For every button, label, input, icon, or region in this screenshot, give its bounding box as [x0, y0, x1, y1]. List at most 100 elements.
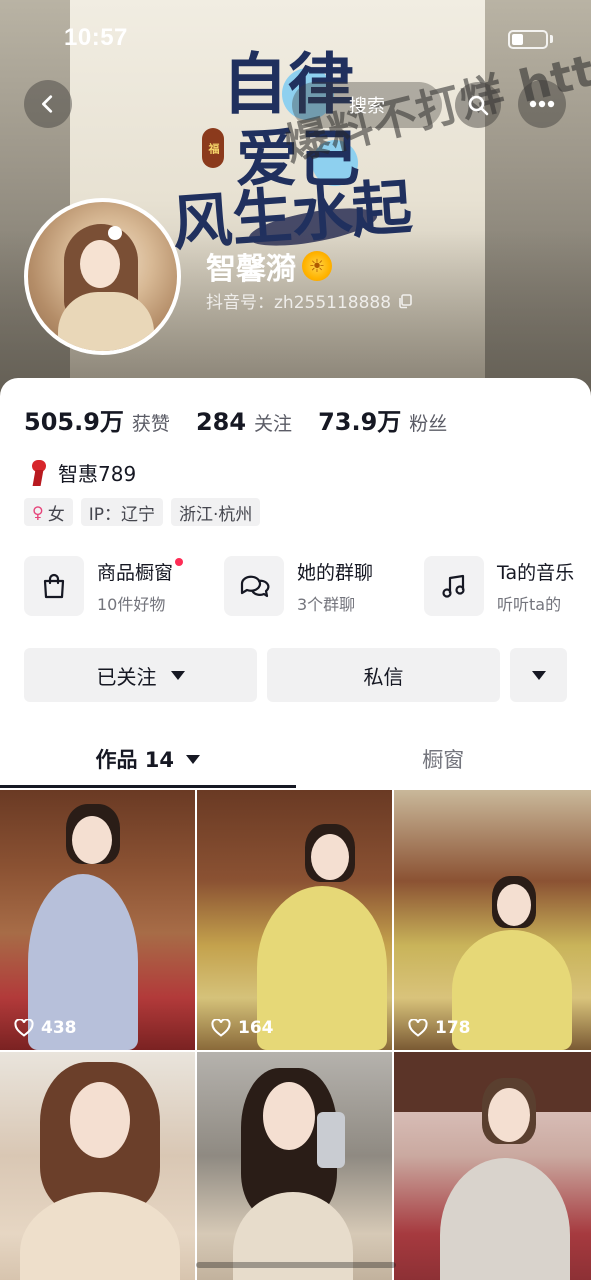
- tab-works-label: 作品 14: [95, 748, 175, 772]
- feature-title: Ta的音乐: [497, 561, 575, 584]
- heart-outline-icon: [14, 1019, 34, 1037]
- work-thumbnail-figure: [440, 1158, 570, 1280]
- work-likes: 178: [408, 1018, 471, 1038]
- work-thumbnail-figure: [497, 884, 531, 926]
- stat-label: 获赞: [131, 413, 170, 435]
- ip-tag: IP：辽宁: [80, 498, 163, 526]
- phone-prop: [317, 1112, 345, 1168]
- stat-followers[interactable]: 73.9万 粉丝: [318, 402, 447, 437]
- gender-label: 女: [47, 504, 65, 525]
- music-note-icon: [442, 574, 465, 598]
- sun-emoji-icon: ☀: [302, 251, 332, 281]
- tab-showcase-label: 橱窗: [422, 748, 465, 772]
- battery-cap: [550, 35, 553, 43]
- location-tag: 浙江·杭州: [170, 498, 261, 526]
- stat-label: 关注: [254, 413, 293, 435]
- feature-subtitle: 3个群聊: [297, 594, 356, 614]
- work-thumbnail-figure: [488, 1088, 530, 1142]
- gender-tag: ♀ 女: [24, 498, 73, 526]
- feature-icon-box: [424, 556, 484, 616]
- work-likes-count: 438: [41, 1018, 77, 1038]
- feature-group-chat[interactable]: 她的群聊 3个群聊: [224, 556, 424, 616]
- more-dots-icon: [529, 100, 555, 108]
- feature-shop-window[interactable]: 商品橱窗 10件好物: [24, 556, 224, 616]
- followed-label: 已关注: [96, 664, 157, 689]
- avatar[interactable]: [24, 198, 181, 355]
- status-bar-time: 10:57: [64, 24, 128, 51]
- work-thumbnail-figure: [20, 1192, 180, 1280]
- work-tile[interactable]: 438: [0, 790, 195, 1050]
- caret-down-icon: [531, 670, 546, 680]
- work-tile[interactable]: [197, 1052, 392, 1280]
- profile-name: 智馨漪: [206, 252, 296, 287]
- work-thumbnail-figure: [311, 834, 349, 880]
- ip-label: IP：辽宁: [88, 504, 155, 525]
- stat-number: 73.9万: [318, 408, 402, 436]
- location-label: 浙江·杭州: [178, 504, 253, 525]
- stats-row: 505.9万 获赞 284 关注 73.9万 粉丝: [24, 402, 473, 437]
- profile-tags: ♀ 女 IP：辽宁 浙江·杭州: [24, 498, 261, 526]
- work-thumbnail-figure: [70, 1082, 130, 1158]
- heart-outline-icon: [211, 1019, 231, 1037]
- search-pill[interactable]: 搜索: [292, 82, 442, 128]
- search-pill-label: 搜索: [349, 96, 385, 117]
- tab-works[interactable]: 作品 14: [0, 730, 296, 788]
- work-thumbnail-figure: [263, 1082, 315, 1150]
- search-icon: [468, 95, 489, 116]
- avatar-body: [58, 292, 154, 351]
- feature-music[interactable]: Ta的音乐 听听ta的: [424, 556, 591, 616]
- work-tile[interactable]: [394, 1052, 591, 1280]
- banner-art-seal: 福: [202, 128, 224, 168]
- back-button[interactable]: [24, 80, 72, 128]
- shopping-bag-icon: [43, 573, 65, 599]
- profile-card: 505.9万 获赞 284 关注 73.9万 粉丝 智惠789 ♀ 女 IP：辽…: [0, 378, 591, 1280]
- copy-icon[interactable]: [397, 293, 413, 309]
- stat-label: 粉丝: [409, 413, 448, 435]
- action-buttons: 已关注 私信: [24, 648, 567, 702]
- notification-dot: [175, 557, 184, 566]
- work-tile[interactable]: 164: [197, 790, 392, 1050]
- work-likes-count: 164: [238, 1018, 274, 1038]
- message-label: 私信: [363, 664, 404, 689]
- battery-icon: [508, 30, 548, 49]
- profile-name-row: 智馨漪 ☀: [206, 244, 332, 288]
- feature-subtitle: 10件好物: [97, 594, 166, 614]
- avatar-face: [80, 240, 120, 288]
- feature-icon-box: [24, 556, 84, 616]
- feature-title: 她的群聊: [297, 561, 374, 584]
- search-button[interactable]: [455, 82, 501, 128]
- feature-title: 商品橱窗: [97, 557, 184, 585]
- stat-following[interactable]: 284 关注: [196, 408, 292, 436]
- message-button[interactable]: 私信: [267, 648, 500, 702]
- feature-row: 商品橱窗 10件好物 她的群聊 3个群聊 Ta的音乐 听听ta的: [24, 556, 591, 616]
- work-thumbnail-figure: [257, 886, 387, 1050]
- work-thumbnail-figure: [72, 816, 112, 864]
- chat-bubbles-icon: [240, 575, 270, 598]
- work-tile[interactable]: [0, 1052, 195, 1280]
- feature-icon-box: [224, 556, 284, 616]
- work-tile[interactable]: 178: [394, 790, 591, 1050]
- more-options-button[interactable]: [518, 80, 566, 128]
- stat-likes[interactable]: 505.9万 获赞: [24, 402, 170, 437]
- linked-account[interactable]: 智惠789: [30, 458, 136, 487]
- followed-button[interactable]: 已关注: [24, 648, 257, 702]
- feature-subtitle: 听听ta的: [497, 594, 562, 614]
- stat-number: 505.9万: [24, 408, 124, 436]
- scarf-icon: [30, 459, 48, 486]
- caret-down-icon: [170, 670, 185, 680]
- profile-tabs: 作品 14 橱窗: [0, 730, 591, 788]
- tab-showcase[interactable]: 橱窗: [296, 730, 591, 788]
- linked-account-name: 智惠789: [58, 462, 137, 486]
- douyin-id: 抖音号：zh255118888: [206, 293, 392, 313]
- work-likes: 164: [211, 1018, 274, 1038]
- home-indicator[interactable]: [196, 1262, 396, 1268]
- expand-button[interactable]: [510, 648, 567, 702]
- female-icon: ♀: [32, 502, 44, 522]
- caret-down-icon: [186, 754, 201, 764]
- heart-outline-icon: [408, 1019, 428, 1037]
- chevron-left-icon: [42, 95, 53, 113]
- profile-banner: 自律 爱己 风生水起 福 爆料不打烊 https://bdy12.co 10:5…: [0, 0, 591, 400]
- stat-number: 284: [195, 408, 247, 436]
- avatar-flower: [108, 226, 122, 240]
- work-likes: 438: [14, 1018, 77, 1038]
